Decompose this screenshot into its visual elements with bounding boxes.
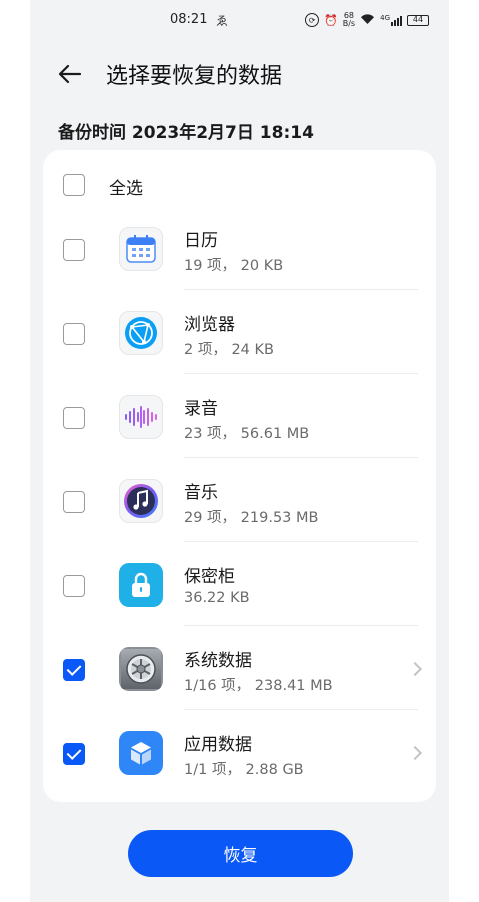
music-icon xyxy=(119,479,163,523)
page-title: 选择要恢复的数据 xyxy=(106,64,283,89)
chevron-right-icon[interactable] xyxy=(407,661,423,677)
list-item-safe[interactable]: 保密柜 36.22 KB xyxy=(43,542,436,626)
item-meta: 1/1 项， 2.88 GB xyxy=(184,762,304,778)
alarm-icon: ⏰ xyxy=(324,13,338,27)
data-selection-card: 全选 日历 19 项， 20 KB 浏览器 2 项， 24 KB 录音 23 项… xyxy=(43,150,436,802)
list-item-app-data[interactable]: 应用数据 1/1 项， 2.88 GB xyxy=(43,710,436,794)
select-all-checkbox[interactable] xyxy=(63,174,85,196)
item-name: 系统数据 xyxy=(184,651,252,671)
status-time: 08:21 xyxy=(170,12,208,27)
item-checkbox-app-data[interactable] xyxy=(63,743,85,765)
calendar-icon xyxy=(119,227,163,271)
signal-icon: 4G xyxy=(380,14,402,26)
back-arrow-icon[interactable] xyxy=(56,60,84,88)
item-checkbox-recorder[interactable] xyxy=(63,407,85,429)
item-meta: 36.22 KB xyxy=(184,590,250,606)
select-all-label: 全选 xyxy=(109,179,143,199)
list-item-music[interactable]: 音乐 29 项， 219.53 MB xyxy=(43,458,436,542)
item-name: 保密柜 xyxy=(184,567,235,587)
status-bar: 08:21 ゑ ⟳ ⏰ 68 B/s 4G 44 xyxy=(30,10,449,32)
list-item-recorder[interactable]: 录音 23 项， 56.61 MB xyxy=(43,374,436,458)
item-meta: 2 项， 24 KB xyxy=(184,342,274,358)
item-name: 录音 xyxy=(184,399,218,419)
status-icons: ⟳ ⏰ 68 B/s 4G 44 xyxy=(305,12,429,28)
chevron-right-icon[interactable] xyxy=(407,745,423,761)
network-speed: 68 B/s xyxy=(342,11,356,28)
item-meta: 1/16 项， 238.41 MB xyxy=(184,678,333,694)
wifi-icon xyxy=(360,13,375,28)
left-edge xyxy=(0,0,30,902)
item-checkbox-browser[interactable] xyxy=(63,323,85,345)
app-data-icon xyxy=(119,731,163,775)
status-extra-icon: ゑ xyxy=(216,14,229,28)
item-meta: 19 项， 20 KB xyxy=(184,258,284,274)
item-name: 应用数据 xyxy=(184,735,252,755)
item-name: 日历 xyxy=(184,231,218,251)
backup-time-label: 备份时间 2023年2月7日 18:14 xyxy=(58,123,314,143)
item-meta: 23 项， 56.61 MB xyxy=(184,426,310,442)
item-checkbox-safe[interactable] xyxy=(63,575,85,597)
screen: 08:21 ゑ ⟳ ⏰ 68 B/s 4G 44 选择要恢复的数据 备份时间 2… xyxy=(30,0,449,902)
battery-icon: 44 xyxy=(407,14,429,26)
list-item-browser[interactable]: 浏览器 2 项， 24 KB xyxy=(43,290,436,374)
restore-button[interactable]: 恢复 xyxy=(128,830,353,877)
right-edge xyxy=(449,0,479,902)
list-item-calendar[interactable]: 日历 19 项， 20 KB xyxy=(43,206,436,290)
header: 选择要恢复的数据 xyxy=(56,58,449,90)
item-checkbox-system-data[interactable] xyxy=(63,659,85,681)
hd-call-icon: ⟳ xyxy=(305,13,320,27)
system-settings-icon xyxy=(119,647,163,691)
item-checkbox-calendar[interactable] xyxy=(63,239,85,261)
item-meta: 29 项， 219.53 MB xyxy=(184,510,319,526)
browser-icon xyxy=(119,311,163,355)
recorder-icon xyxy=(119,395,163,439)
lock-icon xyxy=(119,563,163,607)
item-name: 浏览器 xyxy=(184,315,235,335)
item-checkbox-music[interactable] xyxy=(63,491,85,513)
list-item-system-data[interactable]: 系统数据 1/16 项， 238.41 MB xyxy=(43,626,436,710)
item-name: 音乐 xyxy=(184,483,218,503)
